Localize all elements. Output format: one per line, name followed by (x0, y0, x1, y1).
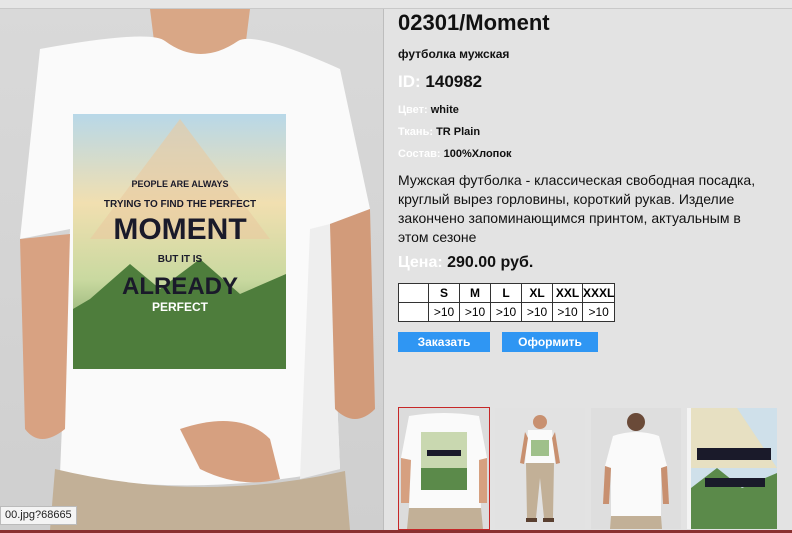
size-availability-row: >10 >10 >10 >10 >10 >10 (398, 302, 616, 322)
main-photo-drawing: PEOPLE ARE ALWAYS TRYING TO FIND THE PER… (20, 9, 375, 530)
thumb-print-image (687, 408, 777, 529)
order-button[interactable]: Заказать (398, 332, 490, 352)
size-header: S (428, 283, 460, 303)
availability-corner-cell (398, 302, 429, 322)
size-availability-cell[interactable]: >10 (428, 302, 460, 322)
id-label: ID: (398, 72, 421, 91)
thumb-full-body-front[interactable] (495, 408, 585, 529)
thumb-back-image (591, 408, 681, 529)
checkout-button[interactable]: Оформить (502, 332, 598, 352)
thumb-print-detail[interactable] (687, 408, 777, 529)
size-table: S M L XL XXL XXXL >10 >10 >10 >10 >10 >1… (398, 283, 616, 322)
thumb-tshirt-closeup[interactable] (398, 407, 490, 530)
print-line2: TRYING TO FIND THE PERFECT (104, 199, 256, 210)
size-header: XXL (552, 283, 583, 303)
size-header: M (459, 283, 491, 303)
size-header: L (490, 283, 522, 303)
fabric-value: TR Plain (436, 126, 481, 138)
print-line5: ALREADY (122, 273, 238, 300)
main-product-image[interactable]: PEOPLE ARE ALWAYS TRYING TO FIND THE PER… (0, 9, 383, 530)
print-line3: MOMENT (113, 213, 246, 246)
fabric-attribute: Ткань: TR Plain (398, 126, 480, 138)
price-label: Цена: (398, 254, 443, 271)
size-availability-cell[interactable]: >10 (521, 302, 553, 322)
size-corner-cell (398, 283, 429, 303)
product-description: Мужская футболка - классическая свободна… (398, 172, 756, 245)
color-attribute: Цвет: white (398, 104, 459, 116)
product-id: ID: 140982 (398, 72, 482, 92)
composition-value: 100%Хлопок (443, 148, 512, 160)
fabric-label: Ткань: (398, 126, 433, 138)
size-availability-cell[interactable]: >10 (581, 302, 616, 322)
status-bar-url: 00.jpg?68665 (0, 506, 77, 525)
color-value: white (430, 104, 459, 116)
product-title: 02301/Moment (398, 10, 550, 35)
size-header: XXXL (581, 283, 616, 303)
thumb-front-image (495, 408, 585, 529)
size-availability-cell[interactable]: >10 (490, 302, 522, 322)
composition-attribute: Состав: 100%Хлопок (398, 148, 512, 160)
id-value: 140982 (425, 72, 483, 91)
print-line1: PEOPLE ARE ALWAYS (131, 179, 228, 189)
price-value: 290.00 руб. (447, 254, 534, 271)
thumb-back-view[interactable] (591, 408, 681, 529)
thumb-closeup-image (399, 408, 489, 529)
color-label: Цвет: (398, 104, 428, 116)
size-header-row: S M L XL XXL XXXL (398, 283, 616, 303)
print-line6: PERFECT (152, 300, 209, 314)
size-availability-cell[interactable]: >10 (552, 302, 583, 322)
size-availability-cell[interactable]: >10 (459, 302, 491, 322)
price-row: Цена: 290.00 руб. (398, 254, 533, 272)
product-info-panel: 02301/Moment футболка мужская ID: 140982… (384, 9, 792, 530)
composition-label: Состав: (398, 148, 441, 160)
product-subtitle: футболка мужская (398, 47, 510, 61)
print-line4: BUT IT IS (158, 254, 203, 265)
size-header: XL (521, 283, 553, 303)
